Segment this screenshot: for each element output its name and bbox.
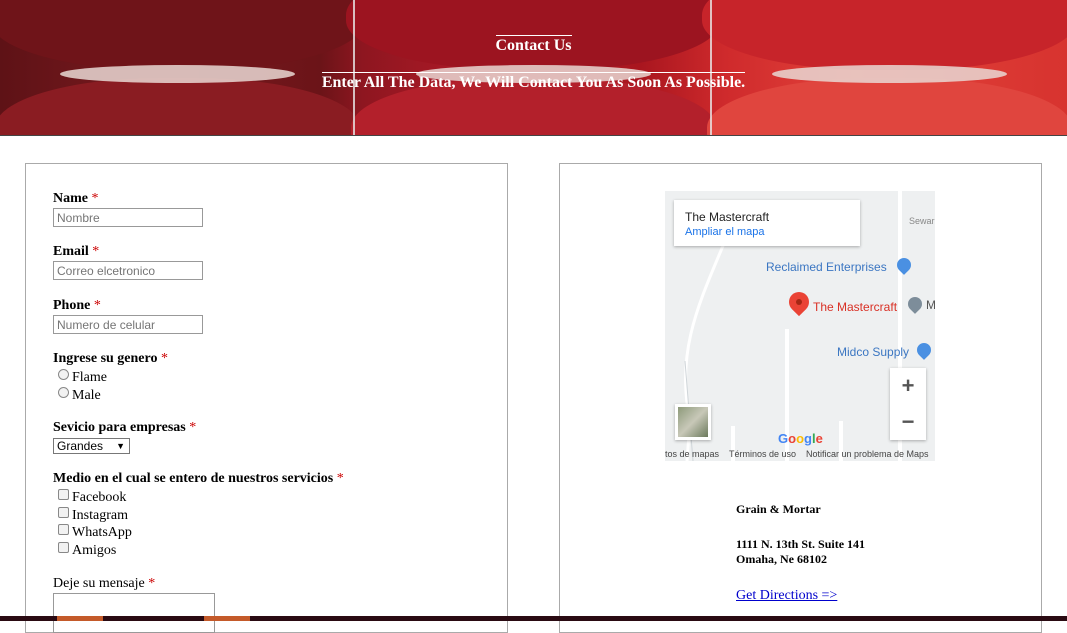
- address-line-1: 1111 N. 13th St. Suite 141: [736, 537, 866, 551]
- service-label: Sevicio para empresas *: [53, 420, 197, 435]
- map-poi-cut: M: [926, 298, 935, 312]
- phone-label: Phone *: [53, 298, 101, 313]
- source-option-facebook[interactable]: Facebook: [58, 489, 126, 506]
- banner-divider: [710, 0, 712, 135]
- checkbox[interactable]: [58, 524, 69, 535]
- map-report-link[interactable]: Notificar un problema de Maps: [806, 449, 929, 459]
- name-field[interactable]: [53, 208, 203, 227]
- street-view-thumbnail: [678, 407, 708, 437]
- message-textarea[interactable]: [53, 593, 215, 633]
- message-label: Deje su mensaje *: [53, 576, 156, 591]
- enlarge-map-link[interactable]: Ampliar el mapa: [685, 226, 764, 238]
- map-terms-link[interactable]: Términos de uso: [729, 449, 796, 459]
- footer-bar: [0, 616, 1067, 621]
- map-zoom-controls: + −: [890, 368, 926, 440]
- checkbox[interactable]: [58, 507, 69, 518]
- page-subtitle: Enter All The Data, We Will Contact You …: [321, 72, 746, 91]
- map-data-link[interactable]: tos de mapas: [665, 449, 719, 459]
- email-label: Email *: [53, 244, 100, 259]
- source-option-amigos[interactable]: Amigos: [58, 542, 116, 559]
- location-panel: The Mastercraft Ampliar el mapa Sewar Re…: [559, 163, 1042, 633]
- checkbox[interactable]: [58, 489, 69, 500]
- contact-form-panel: Name * Email * Phone * Ingrese su genero…: [25, 163, 508, 633]
- embedded-map[interactable]: The Mastercraft Ampliar el mapa Sewar Re…: [665, 191, 935, 461]
- radio-button[interactable]: [58, 369, 69, 380]
- email-field[interactable]: [53, 261, 203, 280]
- map-street-label: Sewar: [909, 216, 935, 226]
- banner-image-lips-1: [0, 0, 365, 135]
- get-directions-link[interactable]: Get Directions =>: [736, 588, 837, 604]
- map-poi-reclaimed[interactable]: Reclaimed Enterprises: [766, 260, 887, 274]
- source-option-instagram[interactable]: Instagram: [58, 507, 128, 524]
- address-line-2: Omaha, Ne 68102: [736, 552, 827, 566]
- business-name: Grain & Mortar: [736, 502, 821, 516]
- gender-option-flame[interactable]: Flame: [58, 369, 107, 386]
- checkbox[interactable]: [58, 542, 69, 553]
- gender-label: Ingrese su genero *: [53, 351, 168, 366]
- zoom-out-button[interactable]: −: [890, 404, 926, 440]
- source-option-whatsapp[interactable]: WhatsApp: [58, 524, 132, 541]
- street-view-button[interactable]: [675, 404, 711, 440]
- name-label: Name *: [53, 191, 99, 206]
- gender-option-male[interactable]: Male: [58, 387, 101, 404]
- map-info-card: The Mastercraft Ampliar el mapa: [674, 200, 860, 246]
- map-place-name: The Mastercraft: [685, 210, 770, 224]
- page-title: Contact Us: [495, 35, 572, 54]
- google-logo: Google: [778, 431, 823, 446]
- source-label: Medio en el cual se entero de nuestros s…: [53, 471, 344, 486]
- service-select[interactable]: Grandes ▼: [53, 438, 130, 454]
- banner-image-lips-2: [346, 0, 721, 135]
- map-poi-midco[interactable]: Midco Supply: [837, 345, 909, 359]
- radio-button[interactable]: [58, 387, 69, 398]
- map-marker-dot: [796, 299, 802, 305]
- chevron-down-icon: ▼: [116, 441, 125, 451]
- zoom-in-button[interactable]: +: [890, 368, 926, 404]
- banner-image-lips-3: [702, 0, 1067, 135]
- header-banner: Contact Us Enter All The Data, We Will C…: [0, 0, 1067, 136]
- phone-field[interactable]: [53, 315, 203, 334]
- banner-divider: [353, 0, 355, 135]
- map-poi-mastercraft[interactable]: The Mastercraft: [813, 300, 897, 314]
